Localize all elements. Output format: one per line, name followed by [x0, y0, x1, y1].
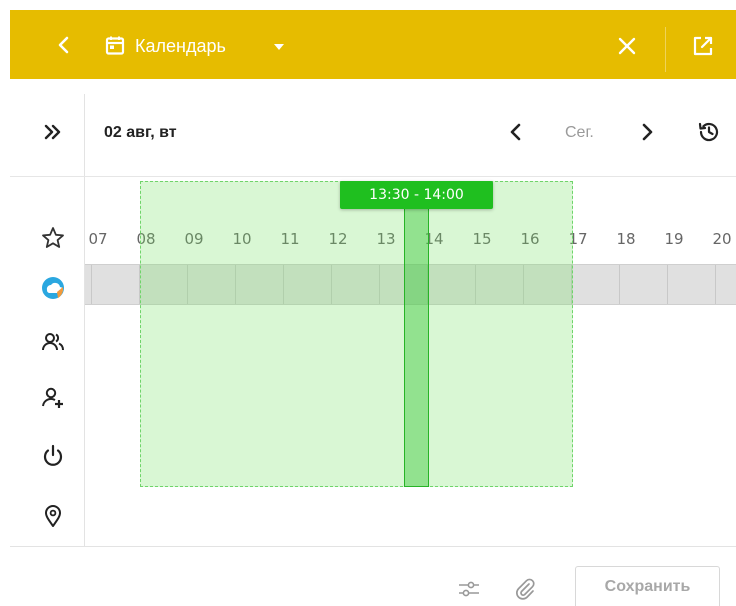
toolbar-divider — [10, 176, 736, 177]
calendar-icon — [105, 36, 125, 55]
attachment-icon[interactable] — [512, 576, 538, 602]
cloud-app-icon[interactable] — [40, 275, 66, 301]
hour-label: 18 — [616, 230, 636, 248]
selected-time-slot[interactable] — [404, 206, 429, 487]
prev-day-icon[interactable] — [505, 120, 527, 144]
location-icon[interactable] — [40, 503, 66, 529]
hour-label: 19 — [664, 230, 684, 248]
participants-icon[interactable] — [40, 329, 66, 355]
footer-divider — [10, 546, 736, 547]
sidebar-divider — [84, 94, 85, 546]
selected-slot-label[interactable]: 13:30 - 14:00 — [340, 181, 493, 209]
header-bar: Календарь — [10, 10, 736, 79]
back-chevron-icon[interactable] — [52, 32, 76, 58]
grid-hour-line — [619, 265, 620, 304]
power-icon[interactable] — [40, 443, 66, 469]
settings-sliders-icon[interactable] — [456, 578, 482, 600]
open-external-icon[interactable] — [691, 34, 715, 58]
add-participant-icon[interactable] — [40, 385, 66, 411]
today-button[interactable]: Сег. — [565, 123, 594, 143]
hour-label: 07 — [88, 230, 108, 248]
hour-label: 20 — [712, 230, 732, 248]
grid-hour-line — [91, 265, 92, 304]
save-button[interactable]: Сохранить — [575, 566, 720, 606]
double-chevron-right-icon[interactable] — [40, 119, 66, 145]
next-day-icon[interactable] — [636, 120, 658, 144]
header-divider — [665, 27, 666, 72]
working-hours-range — [140, 181, 573, 487]
grid-hour-line — [667, 265, 668, 304]
grid-hour-line — [715, 265, 716, 304]
history-icon[interactable] — [696, 119, 722, 145]
current-date[interactable]: 02 авг, вт — [104, 123, 177, 143]
close-icon[interactable] — [615, 34, 639, 58]
caret-down-icon[interactable] — [272, 42, 286, 52]
star-icon[interactable] — [40, 225, 66, 251]
calendar-title[interactable]: Календарь — [135, 34, 226, 58]
